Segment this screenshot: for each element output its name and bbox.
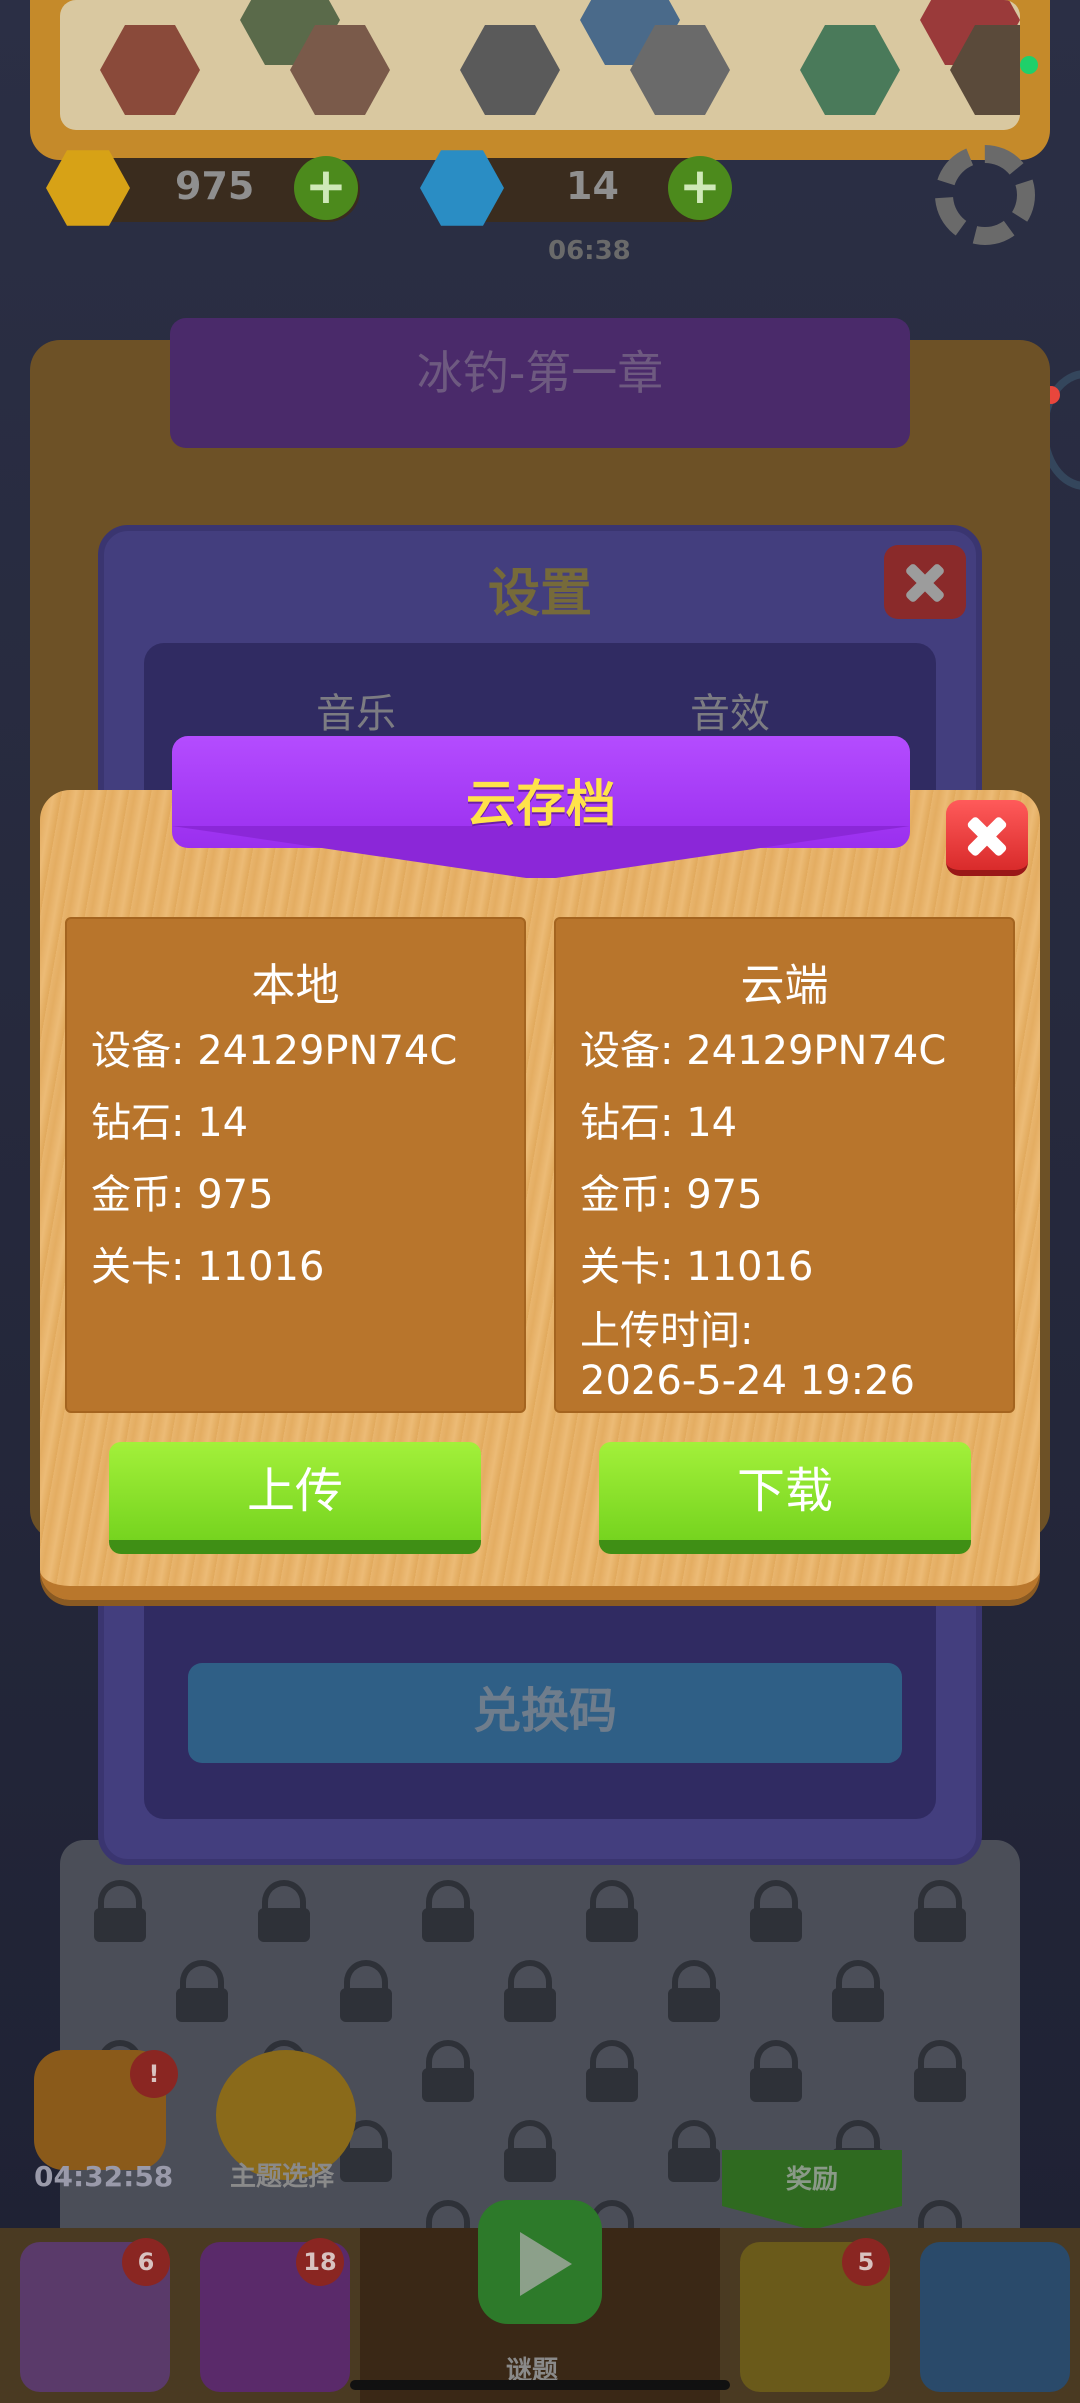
add-coins-button[interactable]: + bbox=[294, 156, 358, 220]
lock-icon bbox=[504, 2120, 556, 2182]
cloud-device: 设备: 24129PN74C bbox=[580, 1028, 947, 1074]
local-gems: 钻石: 14 bbox=[91, 1100, 249, 1146]
event-timer: 04:32:58 bbox=[34, 2160, 174, 2193]
lock-icon bbox=[340, 1960, 392, 2022]
local-heading: 本地 bbox=[251, 960, 340, 1011]
local-coins: 金币: 975 bbox=[91, 1172, 274, 1218]
redeem-code-button[interactable]: 兑换码 bbox=[188, 1663, 902, 1763]
puzzle-tile bbox=[100, 25, 200, 115]
music-toggle-label[interactable]: 音乐 bbox=[316, 681, 396, 739]
lock-icon bbox=[914, 2040, 966, 2102]
gem-count: 14 bbox=[566, 164, 619, 208]
gear-icon[interactable] bbox=[935, 145, 1035, 245]
lock-icon bbox=[586, 1880, 638, 1942]
local-level: 关卡: 11016 bbox=[91, 1244, 325, 1290]
cloud-gems: 钻石: 14 bbox=[580, 1100, 738, 1146]
lock-icon bbox=[176, 1960, 228, 2022]
close-icon[interactable] bbox=[946, 800, 1028, 876]
cloud-save-title: 云存档 bbox=[466, 775, 616, 833]
upload-button[interactable]: 上传 bbox=[109, 1442, 481, 1554]
lock-icon bbox=[750, 2040, 802, 2102]
lock-icon bbox=[668, 2120, 720, 2182]
coin-count: 975 bbox=[175, 164, 255, 208]
cloud-save-card: 云端 设备: 24129PN74C 钻石: 14 金币: 975 关卡: 110… bbox=[554, 917, 1015, 1413]
lock-icon bbox=[258, 1880, 310, 1942]
lock-icon bbox=[504, 1960, 556, 2022]
shop-badge: 6 bbox=[122, 2238, 170, 2286]
puzzle-tile bbox=[800, 25, 900, 115]
lock-icon bbox=[750, 1880, 802, 1942]
lock-icon bbox=[94, 1880, 146, 1942]
cloud-level: 关卡: 11016 bbox=[580, 1244, 814, 1290]
status-dot bbox=[1020, 56, 1038, 74]
puzzle-collection-panel bbox=[30, 0, 1050, 160]
settings-close-button[interactable] bbox=[884, 545, 966, 619]
home-indicator bbox=[350, 2380, 730, 2390]
settings-title: 设置 bbox=[487, 564, 592, 624]
play-icon bbox=[520, 2232, 572, 2296]
cloud-heading: 云端 bbox=[740, 960, 829, 1011]
lock-icon bbox=[914, 1880, 966, 1942]
local-device: 设备: 24129PN74C bbox=[91, 1028, 458, 1074]
energy-timer: 06:38 bbox=[548, 236, 631, 266]
cloud-upload-time-label: 上传时间: bbox=[580, 1308, 754, 1354]
alert-badge: ! bbox=[130, 2050, 178, 2098]
star-badge: 5 bbox=[842, 2238, 890, 2286]
lock-icon bbox=[422, 2040, 474, 2102]
lock-icon bbox=[832, 1960, 884, 2022]
cloud-coins: 金币: 975 bbox=[580, 1172, 763, 1218]
local-save-card: 本地 设备: 24129PN74C 钻石: 14 金币: 975 关卡: 110… bbox=[65, 917, 526, 1413]
lock-icon bbox=[668, 1960, 720, 2022]
lock-icon bbox=[586, 2040, 638, 2102]
puzzle-badge: 18 bbox=[296, 2238, 344, 2286]
nav-book-button[interactable] bbox=[920, 2242, 1070, 2392]
download-button[interactable]: 下载 bbox=[599, 1442, 971, 1554]
lock-icon bbox=[422, 1880, 474, 1942]
chapter-title: 冰钓-第一章 bbox=[170, 318, 910, 448]
sfx-toggle-label[interactable]: 音效 bbox=[690, 681, 770, 739]
add-gems-button[interactable]: + bbox=[668, 156, 732, 220]
theme-select-label: 主题选择 bbox=[230, 2162, 335, 2192]
cloud-save-ribbon: 云存档 bbox=[172, 736, 910, 878]
cloud-upload-time: 2026-5-24 19:26 bbox=[580, 1358, 915, 1404]
puzzle-tile bbox=[460, 25, 560, 115]
